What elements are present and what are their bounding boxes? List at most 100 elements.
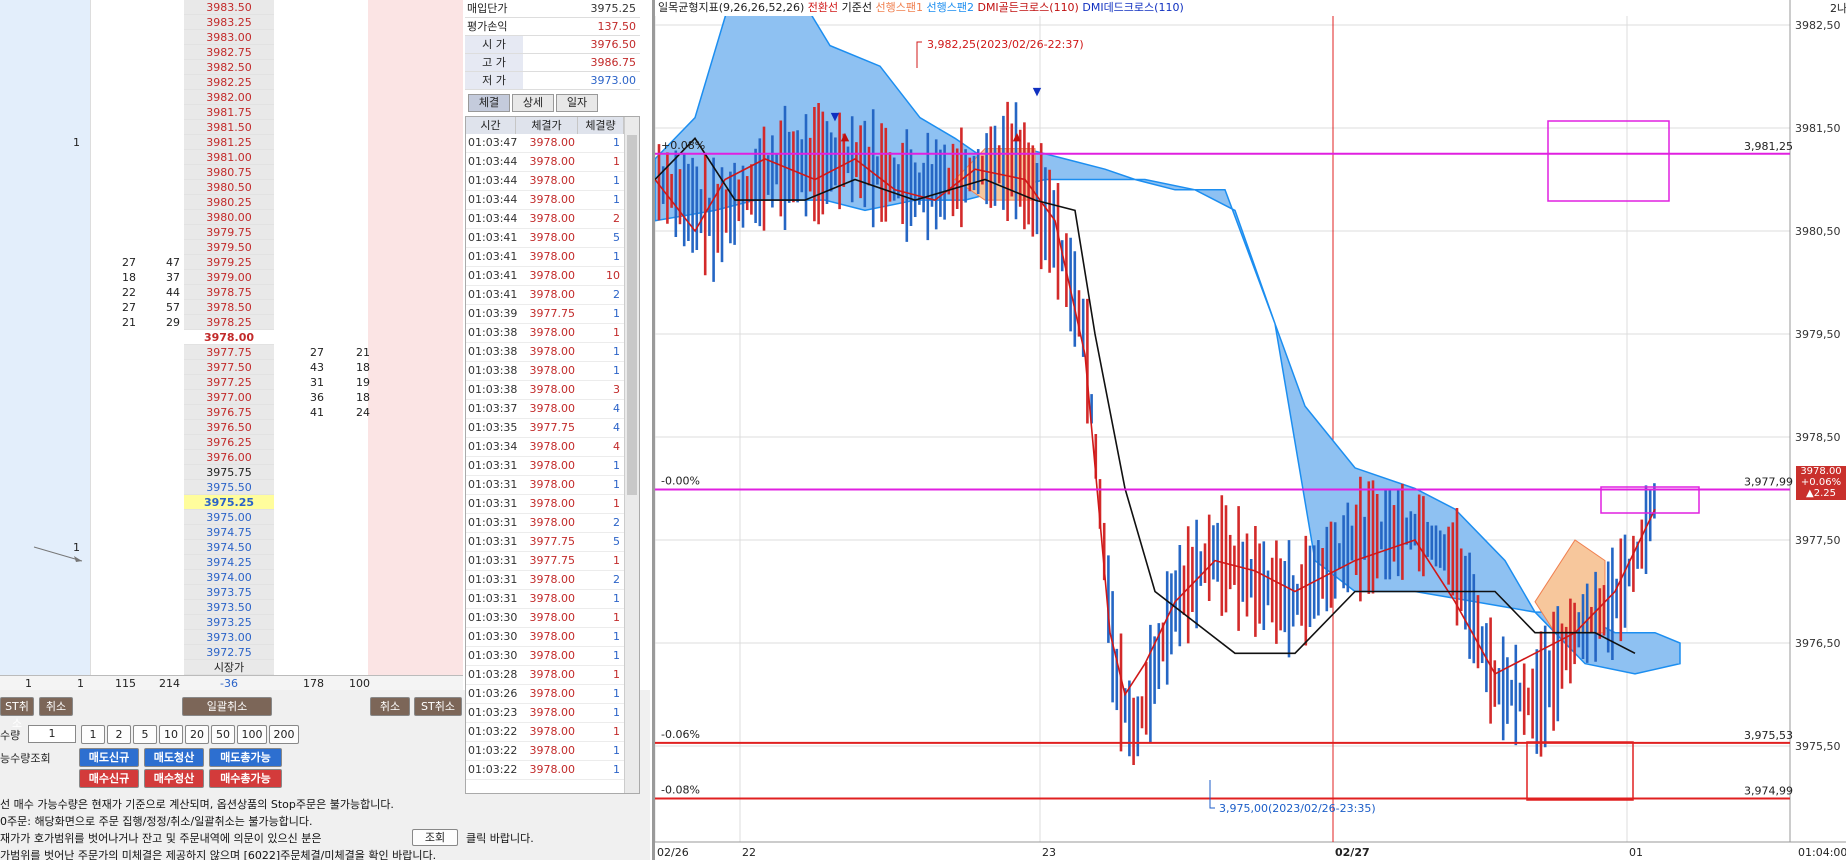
tick-price: 3978.00 [529,478,576,491]
tick-price: 3978.00 [529,269,576,282]
drawn-box [1547,120,1670,202]
tick-volume: 1 [613,763,620,776]
qty-preset-button[interactable]: 200 [269,725,299,744]
tick-time: 01:03:44 [468,212,518,225]
chart-canvas: 3982,50 3981,50 3980,50 3979,50 3978,50 3977,… [655,0,1846,859]
quote-value: 3976.50 [590,38,637,51]
tick-volume: 1 [613,345,620,358]
tick-volume: 1 [613,193,620,206]
level-value-label: 3,975,53 [1744,729,1793,742]
tick-price: 3978.00 [529,687,576,700]
tick-row: 01:03:39 3977.75 1 [466,305,624,324]
y-tick-label: 3982,50 [1795,19,1841,32]
tick-time: 01:03:31 [468,535,518,548]
buy-new-button[interactable]: 매수신규 [79,769,139,788]
quote-value: 3975.25 [590,2,637,15]
tick-time: 01:03:44 [468,174,518,187]
tick-row: 01:03:30 3978.00 1 [466,609,624,628]
annot-low-label: 3,975,00(2023/02/26-23:35) [1219,802,1376,815]
qty-preset-button[interactable]: 100 [237,725,267,744]
tick-price: 3978.00 [529,706,576,719]
tick-row: 01:03:38 3978.00 1 [466,343,624,362]
tick-time: 01:03:34 [468,440,518,453]
level-pct-label: +0.08% [661,139,705,152]
buy-close-button[interactable]: 매수청산 [144,769,204,788]
qty-preset-button[interactable]: 10 [159,725,183,744]
qty-input[interactable]: 1 [28,725,76,743]
tick-volume: 4 [613,440,620,453]
tab-trades[interactable]: 체결 [468,94,510,112]
notice-line: 0주문: 해당화면으로 주문 집행/정정/취소/일괄취소는 불가능합니다. [0,815,313,828]
tab-detail[interactable]: 상세 [512,94,554,112]
tick-row: 01:03:41 3978.00 10 [466,267,624,286]
tick-volume: 1 [613,478,620,491]
cancel-all-button[interactable]: 일괄취소 [182,697,272,716]
tick-volume: 1 [613,592,620,605]
tick-time: 01:03:38 [468,345,518,358]
tick-time: 01:03:38 [468,364,518,377]
y-tick-label: 3981,50 [1795,122,1841,135]
tick-time: 01:03:31 [468,478,518,491]
scroll-thumb[interactable] [627,135,637,495]
quote-key: 매입단가 [465,0,523,17]
tick-price: 3978.00 [529,516,576,529]
cancel-left-button[interactable]: 취소 [39,697,73,716]
qty-preset-button[interactable]: 20 [185,725,209,744]
tick-volume: 3 [613,383,620,396]
qty-preset-button[interactable]: 50 [211,725,235,744]
tick-volume: 1 [613,630,620,643]
qty-preset-button[interactable]: 2 [107,725,131,744]
tick-row: 01:03:31 3978.00 1 [466,476,624,495]
ichimoku-chart[interactable]: 3982,50 3981,50 3980,50 3979,50 3978,50 3977,… [652,0,1846,860]
sell-avail-button[interactable]: 매도총가능 [209,748,282,767]
tick-row: 01:03:26 3978.00 1 [466,685,624,704]
tick-time: 01:03:35 [468,421,518,434]
y-tick-label: 3976,50 [1795,637,1841,650]
drawn-box [1526,741,1634,801]
tab-daily[interactable]: 일자 [556,94,598,112]
tick-time: 01:03:41 [468,231,518,244]
tick-row: 01:03:44 3978.00 1 [466,153,624,172]
tick-row: 01:03:22 3978.00 1 [466,723,624,742]
sell-new-button[interactable]: 매도신규 [79,748,139,767]
x-tick-label: 02/27 [1335,846,1370,859]
tick-volume: 2 [613,288,620,301]
tick-scrollbar[interactable] [624,117,639,793]
current-price-box: 3978.00 +0.06% ▲2.25 [1796,466,1846,500]
tick-price: 3977.75 [529,554,576,567]
tick-row: 01:03:31 3978.00 1 [466,495,624,514]
tick-row: 01:03:28 3978.00 1 [466,666,624,685]
cancel-right-button[interactable]: 취소 [370,697,410,716]
tick-price: 3978.00 [529,763,576,776]
tick-volume: 2 [613,212,620,225]
tick-volume: 1 [613,307,620,320]
level-pct-label: -0.06% [661,728,700,741]
tick-price: 3978.00 [529,231,576,244]
quote-key: 저 가 [465,72,523,89]
quote-value: 3973.00 [590,74,637,87]
tick-time: 01:03:31 [468,459,518,472]
tick-price: 3978.00 [529,440,576,453]
level-value-label: 3,977,99 [1744,476,1793,489]
st-cancel-right-button[interactable]: ST취소 [414,697,462,716]
tick-volume: 1 [613,744,620,757]
tick-time: 01:03:30 [468,630,518,643]
tick-volume: 1 [613,611,620,624]
buy-avail-button[interactable]: 매수총가능 [209,769,282,788]
qty-preset-button[interactable]: 5 [133,725,157,744]
quote-value: 3986.75 [590,56,637,69]
sell-close-button[interactable]: 매도청산 [144,748,204,767]
tick-price: 3978.00 [529,155,576,168]
tick-time: 01:03:31 [468,516,518,529]
level-value-label: 3,974,99 [1744,785,1793,798]
qty-preset-button[interactable]: 1 [81,725,105,744]
tick-time: 01:03:38 [468,383,518,396]
tenkan-line [655,157,1656,697]
tick-time: 01:03:31 [468,497,518,510]
tick-volume: 1 [613,250,620,263]
st-cancel-left-button[interactable]: ST취소 [0,697,34,730]
tick-time: 01:03:38 [468,326,518,339]
tick-time: 01:03:22 [468,725,518,738]
lookup-button[interactable]: 조회 [412,829,458,846]
tick-price: 3977.75 [529,535,576,548]
